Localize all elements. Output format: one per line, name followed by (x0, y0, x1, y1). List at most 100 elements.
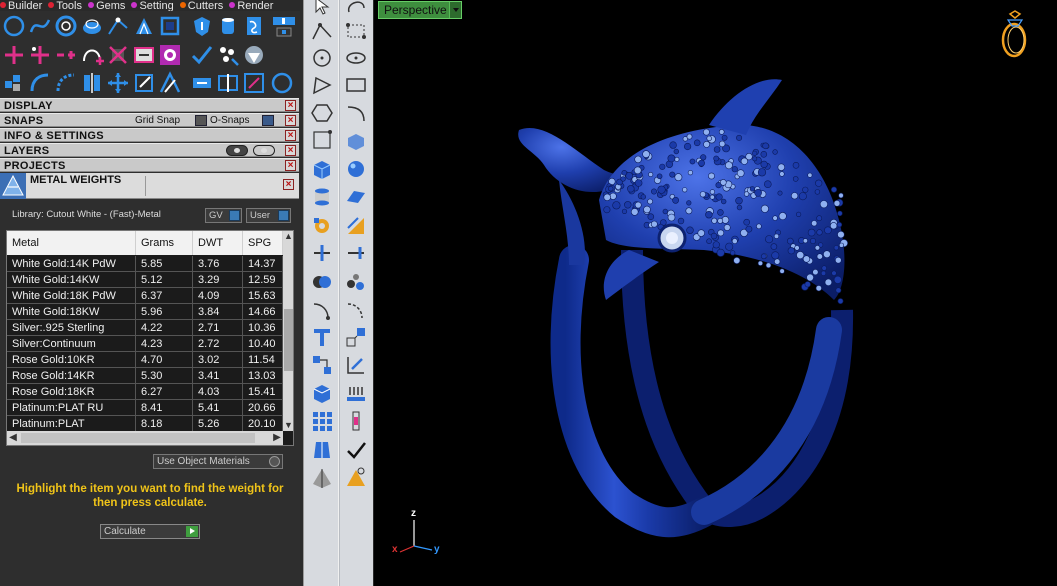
scroll-up-icon[interactable]: ▲ (283, 231, 293, 242)
layer-toggle-icon[interactable] (272, 14, 296, 38)
move-icon[interactable] (106, 71, 130, 95)
ring-circle-icon[interactable] (54, 14, 78, 38)
table-row[interactable]: Platinum:PLAT RU 8.41 5.41 20.66 (7, 400, 283, 416)
mirror-icon[interactable] (80, 71, 104, 95)
polyline-icon[interactable] (310, 19, 334, 43)
pyramid-icon[interactable] (310, 466, 334, 490)
curve-box-icon[interactable] (344, 19, 368, 43)
table-row[interactable]: Rose Gold:18KR 6.27 4.03 15.41 (7, 384, 283, 400)
table-row[interactable]: Silver:.925 Sterling 4.22 2.71 10.36 (7, 320, 283, 336)
boolean-icon[interactable] (310, 270, 334, 294)
menu-cutters[interactable]: Cutters (179, 1, 223, 11)
bend-icon[interactable] (28, 71, 52, 95)
3d-viewport[interactable]: Perspective z x y (374, 0, 1057, 586)
split-icon[interactable] (344, 241, 368, 265)
circle-tool-icon[interactable] (310, 46, 334, 70)
extrude-icon[interactable] (310, 438, 334, 462)
view-selector[interactable]: Perspective (378, 1, 462, 19)
curve-icon[interactable] (28, 14, 52, 38)
gem-icon[interactable] (242, 43, 266, 67)
remove-point-icon[interactable] (54, 43, 78, 67)
twist-icon[interactable] (190, 71, 214, 95)
chevron-down-icon[interactable] (449, 2, 461, 18)
close-icon[interactable]: × (285, 115, 296, 126)
menu-gems[interactable]: Gems (88, 1, 125, 11)
menu-builder[interactable]: Builder (0, 1, 42, 11)
rebuild-curve-icon[interactable] (344, 298, 368, 322)
table-row[interactable]: White Gold:18K PdW 6.37 4.09 15.63 (7, 288, 283, 304)
gem-shape-icon[interactable] (80, 14, 104, 38)
column-header-spg[interactable]: SPG (243, 231, 283, 255)
shield-icon[interactable] (190, 14, 214, 38)
box-icon[interactable] (310, 157, 334, 181)
measure-icon[interactable] (242, 71, 266, 95)
arc-points-icon[interactable] (80, 43, 104, 67)
projects-section[interactable]: PROJECTS × (0, 158, 299, 172)
scroll-thumb[interactable] (284, 309, 293, 371)
prong-icon[interactable] (132, 14, 156, 38)
cluster-icon[interactable] (2, 71, 26, 95)
column-header-grams[interactable]: Grams (136, 231, 193, 255)
delete-node-icon[interactable] (106, 43, 130, 67)
scroll-left-icon[interactable]: ◀ (7, 431, 19, 445)
select-box-icon[interactable] (132, 43, 156, 67)
metal-weights-table[interactable]: Metal Grams DWT SPG White Gold:14K PdW 5.… (6, 230, 294, 446)
use-object-materials-toggle[interactable]: Use Object Materials (153, 454, 283, 469)
table-row[interactable]: Rose Gold:14KR 5.30 3.41 13.03 (7, 368, 283, 384)
close-icon[interactable]: × (285, 130, 296, 141)
dash-curve-icon[interactable] (54, 71, 78, 95)
eye-icon[interactable] (253, 145, 275, 156)
menu-tools[interactable]: Tools (48, 1, 82, 11)
text-tool-icon[interactable] (310, 325, 334, 349)
curve-tool-icon[interactable] (310, 298, 334, 322)
cut-icon[interactable] (344, 214, 368, 238)
scroll-down-icon[interactable]: ▼ (283, 420, 293, 431)
transform-icon[interactable] (310, 241, 334, 265)
metal-weights-header[interactable]: METAL WEIGHTS × (0, 173, 299, 199)
node-edit-icon[interactable] (106, 14, 130, 38)
circle-outline-icon[interactable] (270, 71, 294, 95)
user-toggle[interactable]: User (246, 208, 291, 223)
checkmark-icon[interactable] (344, 438, 368, 462)
add-node-icon[interactable] (28, 43, 52, 67)
checkmark-tool-icon[interactable] (190, 43, 214, 67)
split-tool-icon[interactable] (216, 71, 240, 95)
array-icon[interactable] (310, 353, 334, 377)
grid-icon[interactable] (310, 409, 334, 433)
column-header-metal[interactable]: Metal (7, 231, 136, 255)
hide-layers-icon[interactable] (226, 145, 248, 156)
table-row[interactable]: Platinum:PLAT 8.18 5.26 20.10 (7, 416, 283, 432)
sphere-icon[interactable] (344, 157, 368, 181)
render-cone-icon[interactable] (344, 466, 368, 490)
scroll-icon[interactable] (242, 14, 266, 38)
close-icon[interactable]: × (285, 160, 296, 171)
table-row[interactable]: White Gold:18KW 5.96 3.84 14.66 (7, 304, 283, 320)
horizontal-scrollbar[interactable]: ◀ ▶ (7, 431, 283, 445)
join-icon[interactable] (344, 409, 368, 433)
scroll-thumb[interactable] (21, 433, 255, 443)
rotate-view-icon[interactable] (344, 0, 368, 18)
grid-snap-toggle[interactable] (195, 115, 207, 126)
table-row[interactable]: White Gold:14K PdW 5.85 3.76 14.37 (7, 256, 283, 272)
surface-icon[interactable] (344, 128, 368, 152)
node-box-icon[interactable] (310, 128, 334, 152)
pattern-icon[interactable] (158, 43, 182, 67)
o-snaps-toggle[interactable] (262, 115, 274, 126)
table-row[interactable]: White Gold:14KW 5.12 3.29 12.59 (7, 272, 283, 288)
menu-setting[interactable]: Setting (131, 1, 174, 11)
cylinder-tool-icon[interactable] (310, 185, 334, 209)
solid-icon[interactable] (310, 381, 334, 405)
cylinder-icon[interactable] (216, 14, 240, 38)
rectangle-icon[interactable] (344, 73, 368, 97)
menu-render[interactable]: Render (229, 1, 273, 11)
ring-logo-icon[interactable] (998, 10, 1032, 60)
vertical-scrollbar[interactable]: ▲ ▼ (283, 231, 293, 431)
circle-icon[interactable] (2, 14, 26, 38)
scale-tool-icon[interactable] (344, 325, 368, 349)
gv-toggle[interactable]: GV (205, 208, 242, 223)
spheres-icon[interactable] (344, 270, 368, 294)
pave-icon[interactable] (216, 43, 240, 67)
table-row[interactable]: Rose Gold:10KR 4.70 3.02 11.54 (7, 352, 283, 368)
close-icon[interactable]: × (285, 145, 296, 156)
snaps-section[interactable]: SNAPS Grid Snap O-Snaps × (0, 113, 299, 127)
